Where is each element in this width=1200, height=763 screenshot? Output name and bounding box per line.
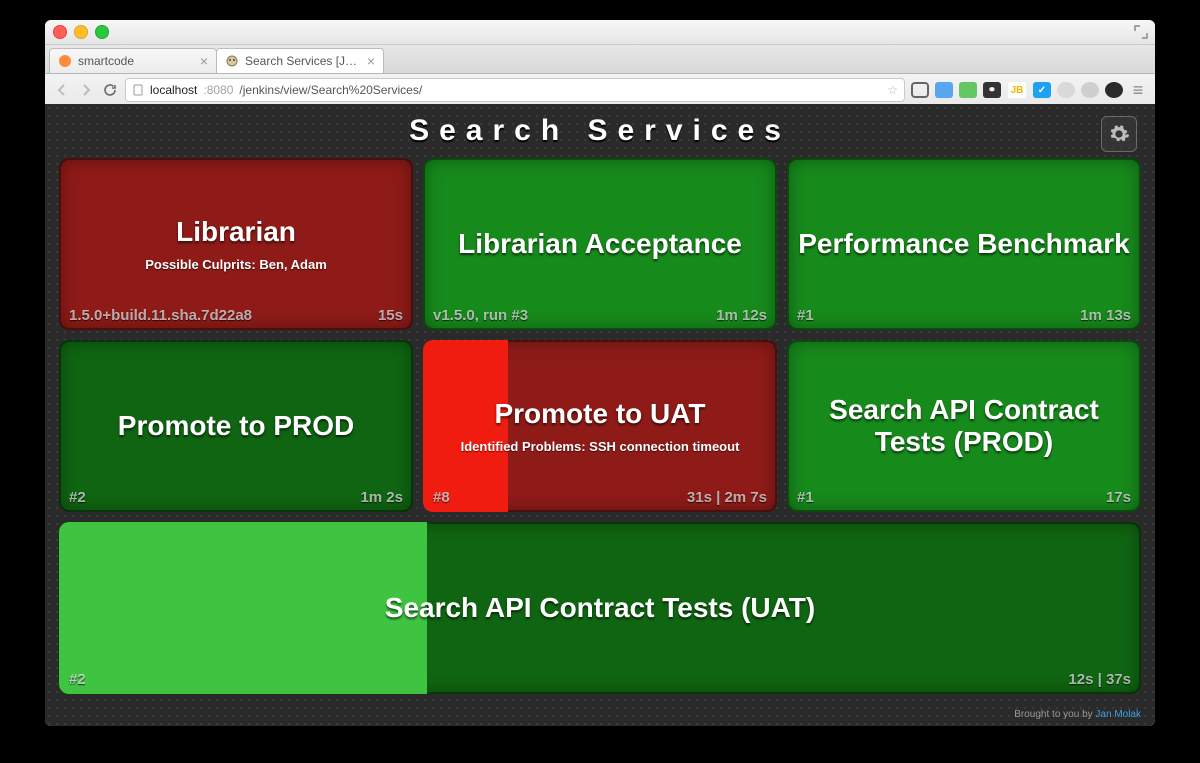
nav-reload-icon[interactable] (101, 81, 119, 99)
progress-bar (59, 522, 1141, 694)
widget-title: Search API Contract Tests (PROD) (797, 394, 1131, 458)
widget-performance-benchmark[interactable]: Performance Benchmark #1 1m 13s (787, 158, 1141, 330)
window-close-icon[interactable] (53, 25, 67, 39)
browser-tabstrip: smartcode × Search Services [Jenkins] × (45, 45, 1155, 74)
bookmark-star-icon[interactable]: ☆ (887, 83, 898, 97)
widget-promote-uat[interactable]: Promote to UAT Identified Problems: SSH … (423, 340, 777, 512)
widget-title: Librarian Acceptance (458, 228, 742, 260)
widgets-grid: Librarian Possible Culprits: Ben, Adam 1… (59, 158, 1141, 694)
window-minimize-icon[interactable] (74, 25, 88, 39)
widget-footer-right: 31s | 2m 7s (687, 489, 767, 506)
widget-title: Librarian (176, 216, 296, 248)
widget-search-api-uat[interactable]: Search API Contract Tests (UAT) #2 12s |… (59, 522, 1141, 694)
tab-label: smartcode (78, 54, 194, 68)
nav-back-icon[interactable] (53, 81, 71, 99)
widget-search-api-prod[interactable]: Search API Contract Tests (PROD) #1 17s (787, 340, 1141, 512)
settings-button[interactable] (1101, 116, 1137, 152)
nav-forward-icon[interactable] (77, 81, 95, 99)
browser-window: smartcode × Search Services [Jenkins] × … (45, 20, 1155, 726)
mac-titlebar (45, 20, 1155, 45)
widget-footer-right: 1m 12s (716, 307, 767, 324)
widget-footer-right: 17s (1106, 489, 1131, 506)
extension-icon[interactable] (1105, 82, 1123, 98)
extension-icon[interactable] (1081, 82, 1099, 98)
widget-footer-right: 1m 2s (360, 489, 403, 506)
widget-title: Promote to PROD (118, 410, 354, 442)
evernote-icon[interactable] (959, 82, 977, 98)
widget-footer-left: #1 (797, 489, 814, 506)
window-expand-icon[interactable] (1133, 24, 1149, 40)
widget-promote-prod[interactable]: Promote to PROD #2 1m 2s (59, 340, 413, 512)
url-path: /jenkins/view/Search%20Services/ (239, 83, 422, 97)
window-zoom-icon[interactable] (95, 25, 109, 39)
browser-tab[interactable]: smartcode × (49, 48, 217, 73)
tab-label: Search Services [Jenkins] (245, 54, 361, 68)
dashboard-title: Search Services (59, 114, 1141, 148)
widget-footer-left: #8 (433, 489, 450, 506)
extensions: ⚭ JB ✓ ≡ (911, 81, 1147, 99)
widget-subtitle: Possible Culprits: Ben, Adam (145, 257, 327, 272)
globe-icon[interactable] (1057, 82, 1075, 98)
credit-line: Brought to you by Jan Molak (1014, 709, 1141, 720)
favicon-icon (225, 54, 239, 68)
widget-footer-right: 1m 13s (1080, 307, 1131, 324)
browser-toolbar: localhost :8080/jenkins/view/Search%20Ser… (45, 74, 1155, 107)
traffic-lights (53, 25, 109, 39)
widget-footer-left: #1 (797, 307, 814, 324)
widget-footer-left: 1.5.0+build.11.sha.7d22a8 (69, 307, 252, 324)
checkmark-icon[interactable]: ✓ (1033, 82, 1051, 98)
tab-close-icon[interactable]: × (200, 54, 208, 68)
jenkins-dashboard: Search Services Librarian Possible Culpr… (45, 104, 1155, 726)
widget-footer-left: #2 (69, 489, 86, 506)
tab-close-icon[interactable]: × (367, 54, 375, 68)
widget-title: Performance Benchmark (798, 228, 1129, 260)
widget-librarian[interactable]: Librarian Possible Culprits: Ben, Adam 1… (59, 158, 413, 330)
favicon-icon (58, 54, 72, 68)
widget-librarian-acceptance[interactable]: Librarian Acceptance v1.5.0, run #3 1m 1… (423, 158, 777, 330)
url-port: :8080 (203, 83, 233, 97)
widget-footer-left: v1.5.0, run #3 (433, 307, 528, 324)
jetbrains-icon[interactable]: JB (1007, 81, 1027, 99)
widget-footer-right: 12s | 37s (1068, 671, 1131, 688)
widget-footer-right: 15s (378, 307, 403, 324)
progress-bar (423, 340, 777, 512)
incognito-icon[interactable]: ⚭ (983, 82, 1001, 98)
hamburger-menu-icon[interactable]: ≡ (1129, 82, 1147, 98)
widget-footer-left: #2 (69, 671, 86, 688)
page-icon (132, 84, 144, 96)
url-host: localhost (150, 83, 197, 97)
address-bar[interactable]: localhost :8080/jenkins/view/Search%20Ser… (125, 78, 905, 102)
gear-icon (1108, 123, 1130, 145)
credit-prefix: Brought to you by (1014, 709, 1095, 720)
credit-link[interactable]: Jan Molak (1095, 709, 1141, 720)
cast-icon[interactable] (935, 82, 953, 98)
pocket-icon[interactable] (911, 82, 929, 98)
browser-tab[interactable]: Search Services [Jenkins] × (216, 48, 384, 73)
